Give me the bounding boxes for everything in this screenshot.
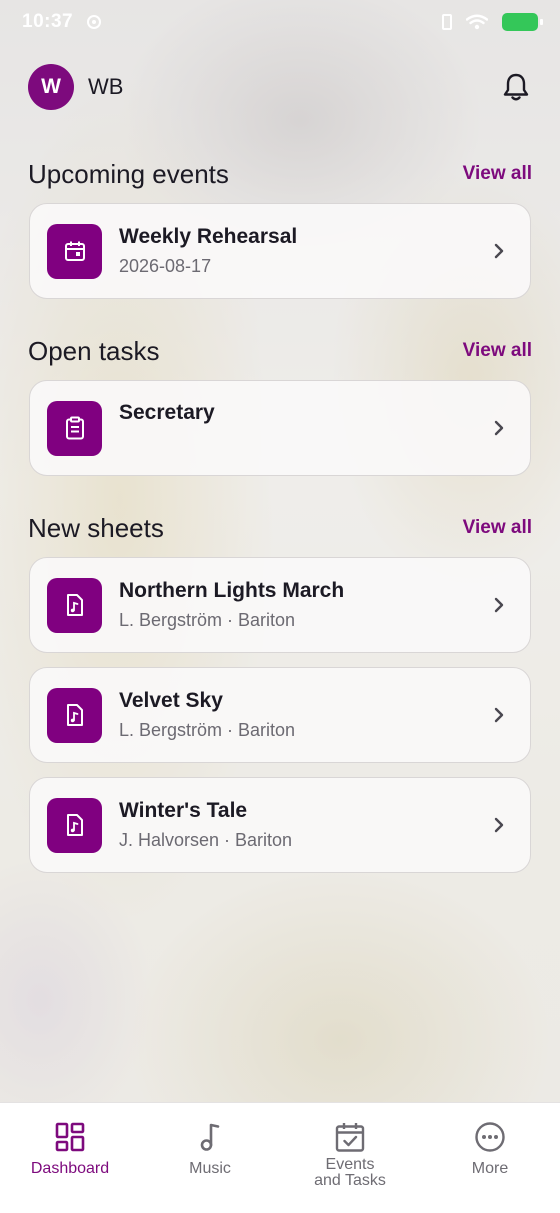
user-initials: WB xyxy=(88,74,124,99)
dashboard-icon xyxy=(54,1121,86,1153)
section-title-tasks: Open tasks xyxy=(28,335,160,366)
vibrate-icon xyxy=(442,14,452,30)
music-file-icon xyxy=(47,687,102,743)
calendar-icon xyxy=(47,223,102,279)
chevron-right-icon xyxy=(492,815,506,835)
sheet-card-text: Winter's Tale J. Halvorsen · Bariton xyxy=(119,799,292,851)
sheet-title: Winter's Tale xyxy=(119,799,248,822)
tab-music[interactable]: Music xyxy=(140,1103,280,1213)
tab-label: More xyxy=(471,1160,509,1177)
music-file-icon xyxy=(47,577,102,633)
more-icon xyxy=(474,1121,506,1153)
task-title: Secretary xyxy=(119,401,215,424)
sheet-subtitle: L. Bergström · Bariton xyxy=(119,610,296,630)
music-file-icon xyxy=(47,797,102,853)
sheet-card[interactable]: Northern Lights March L. Bergström · Bar… xyxy=(29,557,531,653)
section-header-tasks: Open tasks View all xyxy=(28,334,532,368)
event-date: 2026-08-17 xyxy=(119,256,212,276)
task-card[interactable]: Secretary xyxy=(29,380,531,476)
view-all-events-link[interactable]: View all xyxy=(463,163,532,185)
header: W WB xyxy=(28,63,532,111)
avatar[interactable]: W xyxy=(28,64,74,110)
sheet-subtitle: J. Halvorsen · Bariton xyxy=(119,830,293,850)
clipboard-icon xyxy=(47,400,102,456)
bottom-tab-bar: Dashboard Music Events and Tasks More xyxy=(0,1102,560,1213)
tab-label: Events and Tasks xyxy=(314,1156,386,1189)
status-icons xyxy=(442,13,543,31)
tab-dashboard[interactable]: Dashboard xyxy=(0,1103,140,1213)
tab-more[interactable]: More xyxy=(420,1103,560,1213)
section-title-events: Upcoming events xyxy=(28,158,229,189)
event-card-text: Weekly Rehearsal 2026-08-17 xyxy=(119,225,297,277)
music-note-icon xyxy=(194,1121,226,1153)
notifications-bell-icon[interactable] xyxy=(500,70,532,104)
avatar-initial: W xyxy=(41,75,61,98)
status-bar: 10:37 xyxy=(0,0,560,44)
event-title: Weekly Rehearsal xyxy=(119,225,298,248)
chevron-right-icon xyxy=(492,705,506,725)
tab-events-and-tasks[interactable]: Events and Tasks xyxy=(280,1103,420,1213)
status-time: 10:37 xyxy=(22,11,74,32)
chevron-right-icon xyxy=(492,241,506,261)
section-header-events: Upcoming events View all xyxy=(28,157,532,191)
tab-label: Dashboard xyxy=(30,1160,110,1177)
chevron-right-icon xyxy=(492,418,506,438)
event-card[interactable]: Weekly Rehearsal 2026-08-17 xyxy=(29,203,531,299)
chevron-right-icon xyxy=(492,595,506,615)
section-header-sheets: New sheets View all xyxy=(28,511,532,545)
task-card-text: Secretary xyxy=(119,401,215,425)
calendar-check-icon xyxy=(334,1121,366,1153)
section-title-sheets: New sheets xyxy=(28,512,164,543)
sheet-title: Velvet Sky xyxy=(119,689,223,712)
location-indicator-icon xyxy=(87,15,102,29)
wifi-icon xyxy=(466,14,488,30)
view-all-sheets-link[interactable]: View all xyxy=(463,517,532,539)
sheet-title: Northern Lights March xyxy=(119,579,345,602)
tab-label: Music xyxy=(189,1160,231,1177)
sheet-card[interactable]: Winter's Tale J. Halvorsen · Bariton xyxy=(29,777,531,873)
battery-icon xyxy=(502,13,543,31)
sheet-card-text: Northern Lights March L. Bergström · Bar… xyxy=(119,579,344,631)
sheet-subtitle: L. Bergström · Bariton xyxy=(119,720,296,740)
sheet-card-text: Velvet Sky L. Bergström · Bariton xyxy=(119,689,295,741)
view-all-tasks-link[interactable]: View all xyxy=(463,340,532,362)
sheet-card[interactable]: Velvet Sky L. Bergström · Bariton xyxy=(29,667,531,763)
